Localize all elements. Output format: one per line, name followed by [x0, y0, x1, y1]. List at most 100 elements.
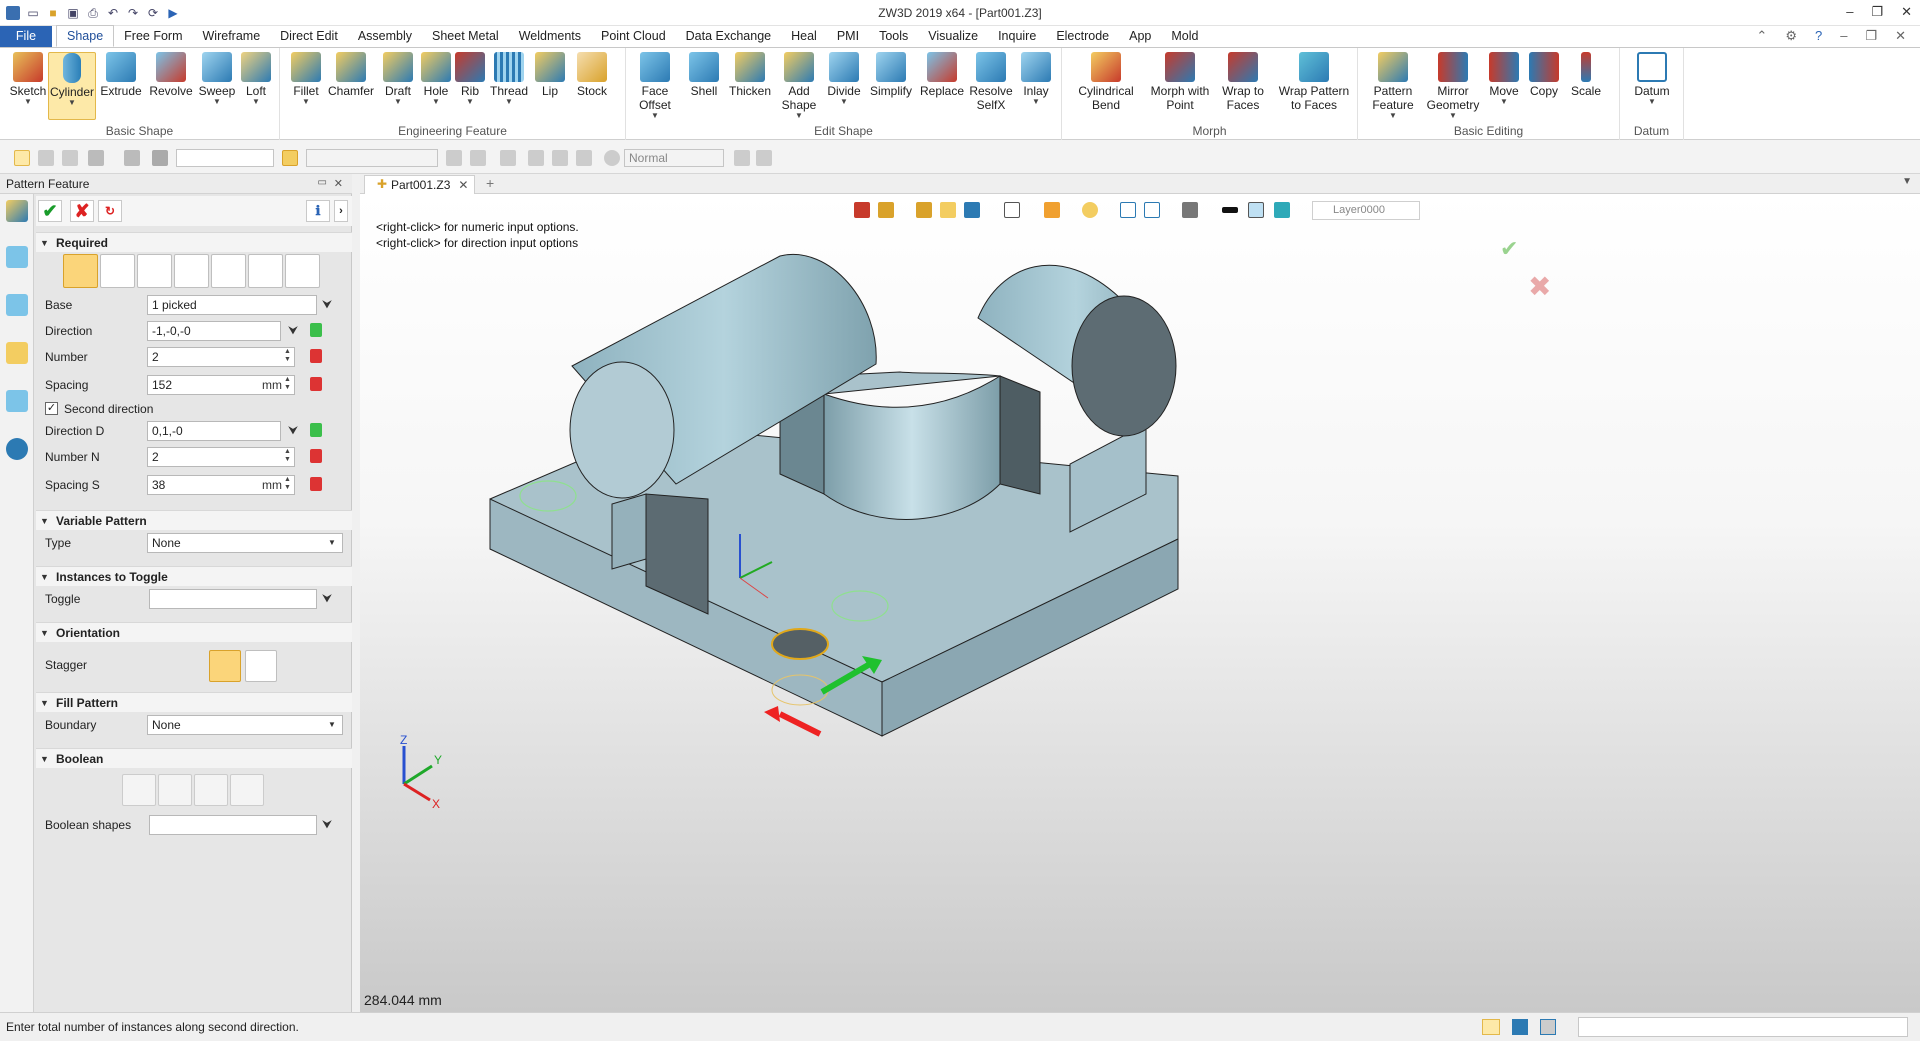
panel-close-icon[interactable]: ✕	[334, 177, 343, 190]
draft-button[interactable]: Draft ▼	[378, 52, 418, 106]
settings-gear-icon[interactable]: ⚙	[1785, 28, 1797, 44]
history-tab-icon[interactable]	[6, 246, 28, 268]
wrap-to-faces-button[interactable]: Wrap to Faces	[1220, 52, 1266, 112]
simplify-button[interactable]: Simplify	[866, 52, 916, 98]
menu-tab-inquire[interactable]: Inquire	[988, 26, 1046, 47]
direction-expand-icon[interactable]: ⮟	[288, 323, 298, 338]
shell-button[interactable]: Shell	[682, 52, 726, 98]
thread-button[interactable]: Thread ▼	[488, 52, 530, 106]
stagger-offset-icon[interactable]	[245, 650, 277, 682]
pick-mode-icon[interactable]	[88, 150, 104, 166]
thicken-button[interactable]: Thicken	[726, 52, 774, 98]
menu-tab-shape[interactable]: Shape	[56, 25, 115, 47]
cylindrical-bend-button[interactable]: Cylindrical Bend	[1070, 52, 1142, 112]
curve-pattern-icon[interactable]	[174, 254, 209, 288]
menu-file[interactable]: File	[0, 26, 52, 47]
hole-button[interactable]: Hole ▼	[418, 52, 454, 106]
section-orientation[interactable]: Orientation	[36, 622, 352, 643]
3d-viewport[interactable]: <right-click> for numeric input options.…	[360, 194, 1920, 1012]
section-variable-pattern[interactable]: Variable Pattern	[36, 510, 352, 531]
render-mode-combo[interactable]: Normal	[624, 149, 724, 167]
pattern-feature-button[interactable]: Pattern Feature ▼	[1368, 52, 1418, 120]
extrude-button[interactable]: Extrude	[98, 52, 144, 98]
add-shape-button[interactable]: Add Shape ▼	[776, 52, 822, 120]
align-icon[interactable]	[470, 150, 486, 166]
status-screen-icon[interactable]	[1512, 1019, 1528, 1035]
filter-combo[interactable]	[176, 149, 274, 167]
status-list-icon[interactable]	[1540, 1019, 1556, 1035]
apply-button[interactable]: ↻	[98, 200, 122, 222]
cancel-x-button[interactable]: ✘	[70, 200, 94, 222]
variable-pattern-icon[interactable]	[285, 254, 320, 288]
fill-pattern-icon[interactable]	[211, 254, 246, 288]
scale-button[interactable]: Scale	[1566, 52, 1606, 98]
menu-tab-pmi[interactable]: PMI	[827, 26, 869, 47]
divide-button[interactable]: Divide ▼	[822, 52, 866, 106]
number-field[interactable]: 2	[147, 347, 295, 367]
assembly-tab-icon[interactable]	[6, 294, 28, 316]
resolve-selfx-button[interactable]: Resolve SelfX	[968, 52, 1014, 112]
view-tab-icon[interactable]	[6, 390, 28, 412]
menu-tab-free-form[interactable]: Free Form	[114, 26, 192, 47]
stock-button[interactable]: Stock	[572, 52, 612, 98]
help-side-button[interactable]: ›	[334, 200, 348, 222]
spacing-s-spinner[interactable]: ▲ ▼	[284, 476, 291, 492]
pick-line-icon[interactable]	[62, 150, 78, 166]
direction-field[interactable]: -1,-0,-0	[147, 321, 281, 341]
direction-d-expand-icon[interactable]: ⮟	[288, 423, 298, 438]
loft-button[interactable]: Loft ▼	[238, 52, 274, 106]
menu-tab-electrode[interactable]: Electrode	[1046, 26, 1119, 47]
new-tab-icon[interactable]: +	[486, 175, 494, 191]
linear-pattern-icon[interactable]	[63, 254, 98, 288]
toggle-expand-icon[interactable]: ⮟	[322, 591, 332, 606]
settings-small-icon[interactable]	[756, 150, 772, 166]
boolean-base-icon[interactable]	[122, 774, 156, 806]
part-tab-icon[interactable]	[6, 342, 28, 364]
ok-check-button[interactable]: ✔	[38, 200, 62, 222]
boolean-remove-icon[interactable]	[194, 774, 228, 806]
copy-button[interactable]: Copy	[1526, 52, 1562, 98]
boolean-intersect-icon[interactable]	[230, 774, 264, 806]
face-offset-button[interactable]: Face Offset ▼	[630, 52, 680, 120]
section-required[interactable]: Required	[36, 232, 352, 253]
close-window-icon[interactable]: ✕	[1901, 4, 1912, 20]
section-instances-toggle[interactable]: Instances to Toggle	[36, 566, 352, 587]
feature-tab-icon[interactable]	[6, 200, 28, 222]
minimize-doc-icon[interactable]: –	[1840, 28, 1847, 44]
boundary-dropdown-icon[interactable]: ▼	[328, 720, 336, 729]
pick-shape-icon[interactable]	[124, 150, 140, 166]
smart-pick-icon[interactable]	[282, 150, 298, 166]
revolve-button[interactable]: Revolve	[148, 52, 194, 98]
stack-icon[interactable]	[552, 150, 568, 166]
part-model[interactable]: Z Y X	[360, 194, 1920, 1012]
section-boolean[interactable]: Boolean	[36, 748, 352, 769]
number-n-variable-icon[interactable]	[310, 449, 322, 463]
pick-filter-icon[interactable]	[38, 150, 54, 166]
user-tab-icon[interactable]	[6, 438, 28, 460]
menu-tab-direct-edit[interactable]: Direct Edit	[270, 26, 348, 47]
menu-tab-wireframe[interactable]: Wireframe	[193, 26, 271, 47]
close-doc-icon[interactable]: ✕	[1895, 28, 1906, 44]
menu-tab-data-exchange[interactable]: Data Exchange	[676, 26, 781, 47]
list-icon[interactable]	[528, 150, 544, 166]
boolean-shapes-field[interactable]	[149, 815, 317, 835]
circular-pattern-icon[interactable]	[100, 254, 135, 288]
cylinder-button[interactable]: Cylinder ▼	[48, 52, 96, 120]
sketch-button[interactable]: Sketch ▼	[8, 52, 48, 106]
menu-tab-heal[interactable]: Heal	[781, 26, 827, 47]
sweep-button[interactable]: Sweep ▼	[196, 52, 238, 106]
base-expand-icon[interactable]: ⮟	[322, 297, 332, 312]
spacing-variable-icon[interactable]	[310, 377, 322, 391]
document-tab[interactable]: ✚ Part001.Z3 ✕	[364, 175, 476, 194]
restore-icon[interactable]: ❐	[1871, 4, 1883, 20]
chamfer-button[interactable]: Chamfer	[326, 52, 376, 98]
menu-tab-assembly[interactable]: Assembly	[348, 26, 422, 47]
status-view-icon[interactable]	[1482, 1019, 1500, 1035]
menu-tab-tools[interactable]: Tools	[869, 26, 918, 47]
menu-tab-weldments[interactable]: Weldments	[509, 26, 591, 47]
filter-list-icon[interactable]	[152, 150, 168, 166]
restore-doc-icon[interactable]: ❐	[1865, 28, 1877, 44]
help-icon[interactable]: ?	[1815, 28, 1822, 44]
surface-pattern-icon[interactable]	[248, 254, 283, 288]
section-fill-pattern[interactable]: Fill Pattern	[36, 692, 352, 713]
